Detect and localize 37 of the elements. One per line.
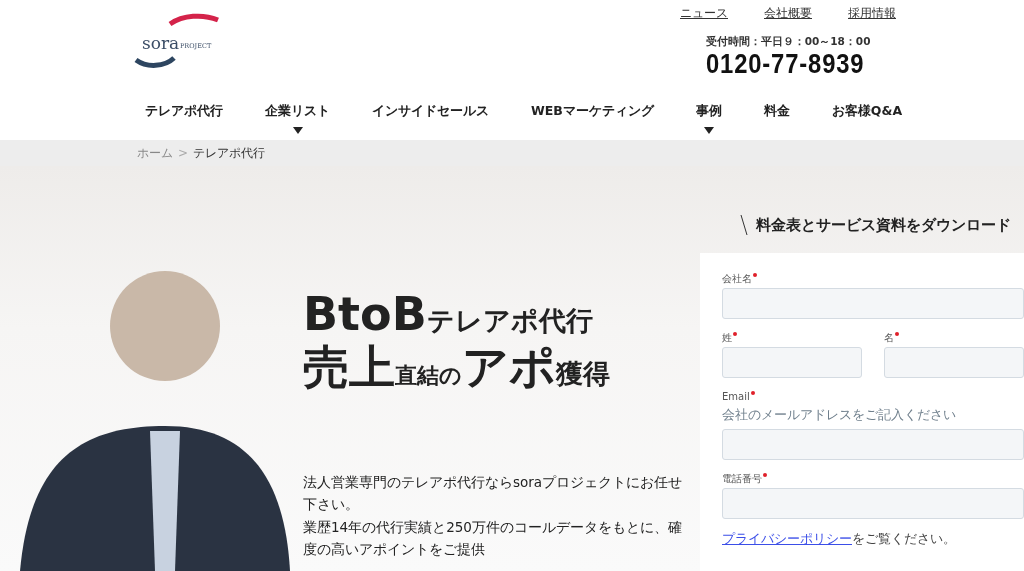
field-label: 名 [884,331,894,345]
intro-text: 法人営業専門のテレアポ代行ならsoraプロジェクトにお任せ下さい。 [303,473,683,515]
headline-text: テレアポ代行 [426,305,593,337]
headline-text: アポ [462,340,556,394]
field-label: Email [722,390,750,404]
breadcrumb-current: テレアポ代行 [193,145,266,162]
top-link[interactable]: 採用情報 [848,4,896,22]
headline-text: 直結の [395,362,462,389]
field-label: 会社名 [722,272,752,286]
nav-item[interactable]: テレアポ代行 [130,102,238,134]
input-field[interactable] [884,347,1024,378]
nav-item[interactable]: 企業リスト [250,102,345,134]
top-link[interactable]: 会社概要 [764,4,812,22]
headline-text: 売上 [303,340,395,394]
intro-text: 業歴14年の代行実績と250万件のコールデータをもとに、確度の高いアポイントをご提供 [303,517,683,559]
nav-item[interactable]: インサイドセールス [357,102,504,134]
input-field[interactable] [722,347,862,378]
privacy-note: プライバシーポリシーをご覧ください。 [722,529,957,548]
breadcrumb-separator: > [178,145,189,162]
nav-item[interactable]: 事例 [680,102,737,134]
nav-item[interactable]: 料金 [748,102,805,134]
nav-item[interactable]: お客様Q&A [816,102,918,134]
slash-icon [740,214,748,237]
headline-text: BtoB [303,288,427,341]
privacy-link[interactable]: プライバシーポリシー [722,530,852,546]
form-title: 料金表とサービス資料をダウンロード [756,215,1011,236]
input-field[interactable] [722,288,1024,319]
headline-text: 獲得 [556,357,610,389]
field-hint: 会社のメールアドレスをご記入ください [722,406,957,424]
business-hours: 受付時間：平日９：00～18：00 [705,34,872,49]
input-field[interactable] [722,487,1024,519]
input-field[interactable] [722,428,1024,460]
field-label: 電話番号 [722,471,762,486]
phone-number: 0120-77-8939 [705,49,865,78]
nav-item[interactable]: WEBマーケティング [516,102,669,134]
top-link[interactable]: ニュース [680,4,728,22]
field-label: 姓 [722,331,732,345]
